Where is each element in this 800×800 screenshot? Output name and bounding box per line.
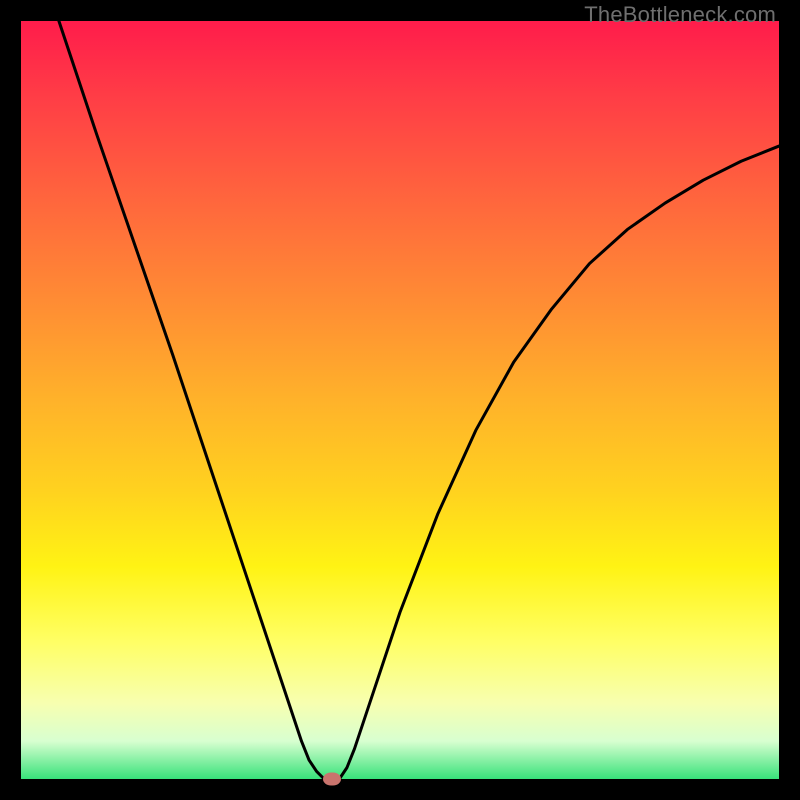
watermark-text: TheBottleneck.com	[584, 2, 776, 28]
curve-svg	[21, 21, 779, 779]
bottleneck-curve	[59, 21, 779, 779]
chart-frame: TheBottleneck.com	[0, 0, 800, 800]
optimal-point-marker	[323, 773, 341, 786]
